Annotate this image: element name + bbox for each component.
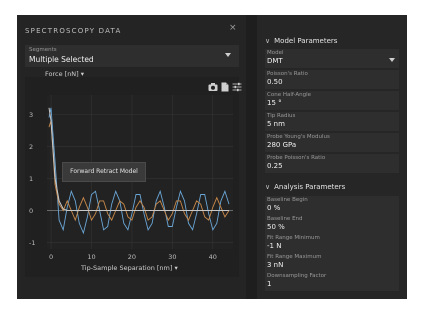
poisson-s-ratio-field[interactable]: Poisson's Ratio 0.50 bbox=[265, 70, 399, 89]
analysis-parameters-title: Analysis Parameters bbox=[274, 183, 346, 191]
x-tick-label: 20 bbox=[128, 253, 136, 261]
y-tick-label: 3 bbox=[29, 111, 33, 119]
poisson-s-ratio-label: Poisson's Ratio bbox=[267, 71, 308, 77]
baseline-begin-label: Baseline Begin bbox=[267, 197, 308, 203]
cone-half-angle-value: 15 ° bbox=[267, 99, 282, 107]
chevron-down-icon bbox=[225, 53, 231, 57]
model-parameters-title: Model Parameters bbox=[274, 37, 338, 45]
x-tick-label: 10 bbox=[87, 253, 95, 261]
x-tick-label: 40 bbox=[209, 253, 217, 261]
tip-radius-value: 5 nm bbox=[267, 120, 285, 128]
chevron-down-icon bbox=[389, 58, 395, 62]
model-parameters-header[interactable]: ∨ Model Parameters bbox=[265, 37, 337, 45]
chevron-down-icon: ▾ bbox=[80, 70, 85, 78]
downsampling-factor-label: Downsampling Factor bbox=[267, 273, 327, 279]
fit-range-minimum-value: -1 N bbox=[267, 242, 282, 250]
fit-range-minimum-field[interactable]: Fit Range Minimum -1 N bbox=[265, 234, 399, 253]
fit-range-minimum-label: Fit Range Minimum bbox=[267, 235, 320, 241]
cone-half-angle-field[interactable]: Cone Half-Angle 15 ° bbox=[265, 91, 399, 110]
y-tick-label: -1 bbox=[29, 239, 35, 247]
probe-young-s-modulus-value: 280 GPa bbox=[267, 141, 297, 149]
x-tick-label: 30 bbox=[168, 253, 176, 261]
y-tick-label: 0 bbox=[29, 207, 33, 215]
spectroscopy-window: SPECTROSCOPY DATA × Segments Multiple Se… bbox=[17, 15, 407, 299]
camera-icon[interactable] bbox=[208, 82, 218, 92]
probe-poisson-s-ratio-field[interactable]: Probe Poisson's Ratio 0.25 bbox=[265, 154, 399, 173]
probe-young-s-modulus-label: Probe Young's Modulus bbox=[267, 134, 330, 140]
baseline-end-field[interactable]: Baseline End 50 % bbox=[265, 215, 399, 234]
y-axis-selector[interactable]: Force [nN] ▾ bbox=[45, 70, 84, 78]
downsampling-factor-value: 1 bbox=[267, 280, 272, 288]
chevron-down-icon: ∨ bbox=[265, 37, 271, 45]
probe-young-s-modulus-field[interactable]: Probe Young's Modulus 280 GPa bbox=[265, 133, 399, 152]
y-axis-label: Force [nN] bbox=[45, 70, 79, 78]
baseline-end-value: 50 % bbox=[267, 223, 285, 231]
y-tick-label: 2 bbox=[29, 143, 33, 151]
chevron-down-icon: ∨ bbox=[265, 183, 271, 191]
x-axis-label: Tip-Sample Separation [nm] bbox=[81, 264, 173, 272]
tip-radius-label: Tip Radius bbox=[267, 113, 296, 119]
chevron-down-icon: ▾ bbox=[174, 264, 178, 272]
poisson-s-ratio-value: 0.50 bbox=[267, 78, 283, 86]
baseline-begin-field[interactable]: Baseline Begin 0 % bbox=[265, 196, 399, 215]
baseline-begin-value: 0 % bbox=[267, 204, 281, 212]
export-icon[interactable] bbox=[220, 82, 230, 92]
tip-radius-field[interactable]: Tip Radius 5 nm bbox=[265, 112, 399, 131]
probe-poisson-s-ratio-value: 0.25 bbox=[267, 162, 283, 170]
baseline-end-label: Baseline End bbox=[267, 216, 303, 222]
series-tooltip: Forward Retract Model bbox=[62, 162, 146, 182]
x-axis-selector[interactable]: Tip-Sample Separation [nm] ▾ bbox=[81, 264, 178, 272]
downsampling-factor-field[interactable]: Downsampling Factor 1 bbox=[265, 272, 399, 291]
spectroscopy-data-panel: SPECTROSCOPY DATA × Segments Multiple Se… bbox=[17, 15, 246, 299]
x-tick-label: 0 bbox=[49, 253, 53, 261]
y-tick-label: 1 bbox=[29, 175, 33, 183]
segments-value: Multiple Selected bbox=[29, 55, 94, 64]
parameters-panel: ∨ Model Parameters Model DMT Poisson's Rati… bbox=[257, 15, 407, 299]
model-label: Model bbox=[267, 50, 284, 56]
fit-range-maximum-field[interactable]: Fit Range Maximum 3 nN bbox=[265, 253, 399, 272]
segments-label: Segments bbox=[29, 47, 57, 53]
model-value: DMT bbox=[267, 57, 283, 65]
probe-poisson-s-ratio-label: Probe Poisson's Ratio bbox=[267, 155, 326, 161]
close-icon[interactable]: × bbox=[229, 23, 237, 33]
model-field[interactable]: Model DMT bbox=[265, 49, 399, 68]
fit-range-maximum-label: Fit Range Maximum bbox=[267, 254, 322, 260]
panel-title: SPECTROSCOPY DATA bbox=[25, 27, 122, 35]
settings-sliders-icon[interactable] bbox=[232, 82, 242, 92]
cone-half-angle-label: Cone Half-Angle bbox=[267, 92, 312, 98]
fit-range-maximum-value: 3 nN bbox=[267, 261, 284, 269]
analysis-parameters-header[interactable]: ∨ Analysis Parameters bbox=[265, 183, 345, 191]
segments-dropdown[interactable]: Segments Multiple Selected bbox=[25, 45, 239, 67]
